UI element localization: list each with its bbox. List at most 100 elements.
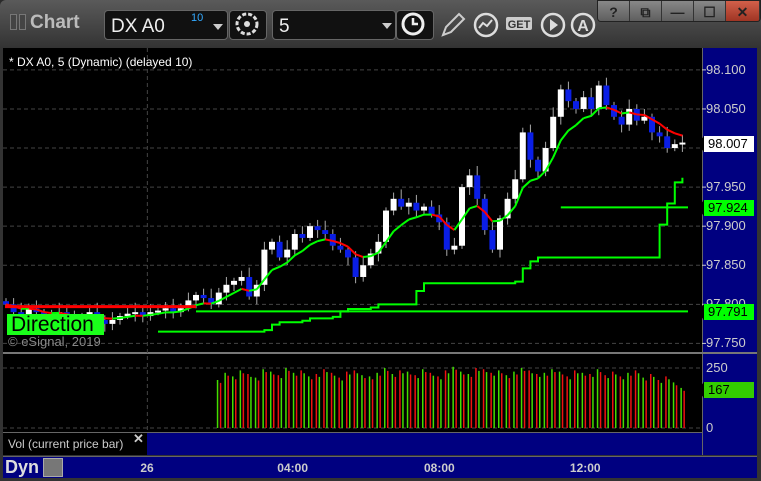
volume-bar [622,379,625,428]
volume-bar [227,375,229,428]
candle [550,116,557,149]
price-tick-label: 97.750 [706,335,746,351]
moving-average-segment [279,261,288,268]
volume-bar [668,379,670,428]
price-chart [3,48,757,461]
volume-bar [485,372,488,428]
volume-bar [437,376,439,428]
volume-bar [402,373,404,428]
volume-bar [680,387,682,428]
candle [223,284,230,293]
moving-average-segment [636,113,645,117]
volume-bar [414,375,416,428]
moving-average-segment [567,124,577,132]
candle [291,233,298,250]
candle [671,144,678,149]
candle [360,265,367,277]
volume-bar [425,372,427,428]
candle [580,97,587,109]
candle [132,312,139,315]
volume-bar [490,372,492,428]
remove-study-icon[interactable]: ✕ [133,431,144,447]
volume-bar [235,379,237,428]
chart-legend: * DX A0, 5 (Dynamic) (delayed 10) [9,55,193,69]
volume-bar [592,376,594,428]
moving-average-segment [309,240,319,246]
candle [527,132,534,160]
volume-bar [219,382,222,428]
upper-level: 97.924 [708,200,748,215]
moving-average-segment [674,132,683,137]
moving-average-segment [575,117,585,126]
volume-bar [634,370,637,428]
volume-bar [675,385,678,428]
price-tick-label: 98.050 [706,100,746,116]
moving-average-segment [271,265,280,271]
candle [466,175,473,188]
candle [603,85,610,106]
volume-bar [574,370,576,428]
volume-bar [242,373,245,428]
moving-average-segment [658,122,668,131]
candle [276,241,283,258]
direction-label: Direction [7,314,104,335]
volume-bar [285,368,287,428]
moving-average-segment [28,307,37,311]
moving-average-segment [317,238,326,243]
watermark: © eSignal, 2019 [8,334,101,349]
volume-bar [478,370,480,428]
moving-average-segment [666,128,676,135]
volume-bar [660,382,663,428]
volume-bar [368,376,371,428]
price-tick-label: 97.850 [706,257,746,273]
candle [383,210,389,242]
volume-bar [384,368,386,428]
volume-bar [270,371,272,428]
candle [193,294,199,301]
candle [155,310,161,313]
volume-bar [683,390,685,428]
time-axis[interactable] [3,456,757,478]
candle [413,202,420,211]
dynamic-mode-label[interactable]: Dyn [5,457,39,478]
volume-bar [216,380,219,428]
moving-average-segment [150,312,159,316]
moving-average-segment [530,177,539,182]
volume-last: 167 [708,382,730,397]
volume-bar [596,369,599,428]
candle [588,97,595,109]
volume-bar [440,379,442,428]
candle [679,142,686,145]
volume-bar [566,376,568,428]
moving-average-segment [43,311,52,315]
lock-icon[interactable] [43,458,63,477]
candle [200,294,207,299]
candle [345,249,351,258]
price-tick-label: 97.950 [706,179,746,195]
moving-average-segment [598,106,607,110]
volume-bar [387,370,389,428]
volume-bar [627,372,629,428]
volume-bar [308,376,310,428]
candle [618,116,625,125]
study-scroll-area [147,433,702,455]
candle [512,179,519,199]
moving-average-segment [469,204,478,210]
candle [451,245,458,250]
volume-bar [371,379,374,428]
volume-bar [505,375,508,428]
volume-bar [520,368,523,428]
volume-bar [361,375,363,428]
moving-average-segment [621,111,630,115]
trailing-stop-line [158,177,684,333]
candle [405,202,412,207]
volume-bar [224,372,226,428]
volume-bar [637,373,640,428]
candle [421,206,427,211]
candle [535,159,541,172]
volume-last-tag: 167 [697,382,754,398]
volume-bar [607,378,609,428]
volume-bar [349,374,351,428]
volume-bar [409,374,412,428]
volume-bar [254,377,257,428]
